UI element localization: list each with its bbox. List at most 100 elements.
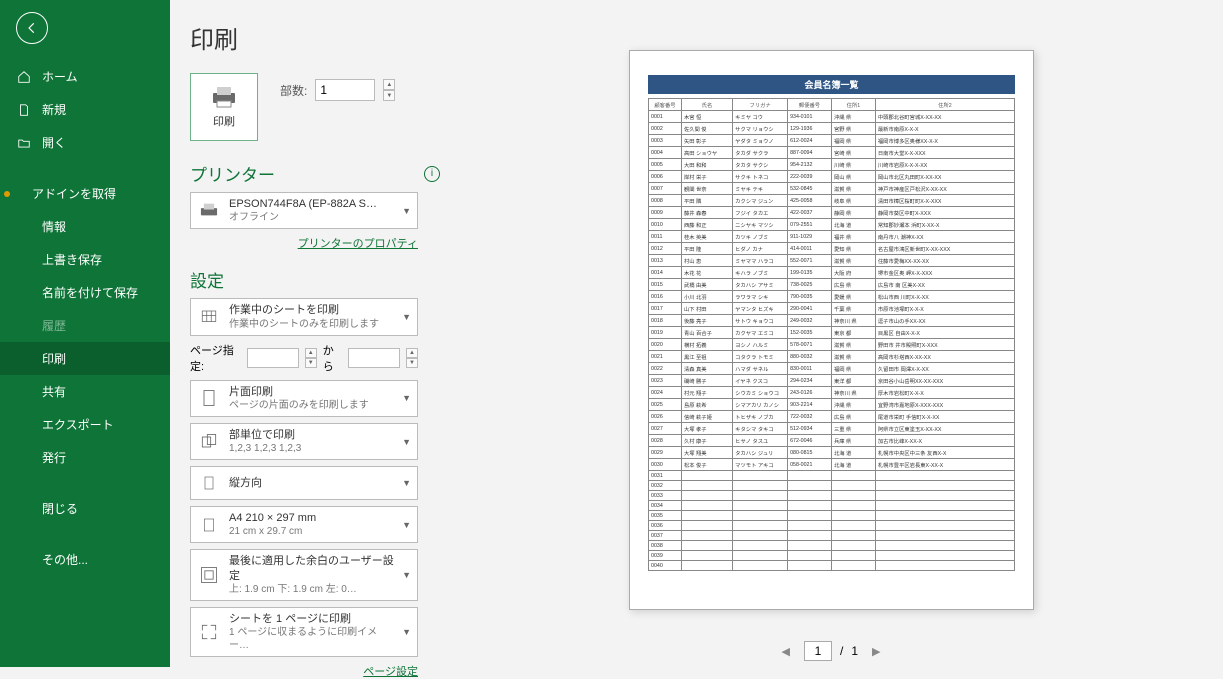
scaling-select[interactable]: シートを 1 ページに印刷1 ページに収まるように印刷イメー… ▼ — [190, 607, 418, 657]
sidebar-item-close[interactable]: 閉じる — [0, 492, 170, 525]
sheet-icon — [197, 305, 221, 329]
page-from-spinner[interactable]: ▲▼ — [305, 348, 317, 368]
file-icon — [16, 102, 32, 118]
sidebar-label: その他... — [42, 551, 88, 568]
table-row: 0039 — [649, 551, 1015, 561]
print-button-label: 印刷 — [213, 113, 235, 129]
margin-icon — [197, 563, 221, 587]
new-dot-icon — [4, 191, 10, 197]
table-row: 0003矢田 彰子ヤダタ ミョウノ612-0024福岡 県福岡市博多区奥様XX-… — [649, 135, 1015, 147]
table-row: 0008平田 隣カクシマ ジュン425-0058岐阜 県清田市樟区桜町町X-X-… — [649, 195, 1015, 207]
page-title: 印刷 — [190, 20, 440, 55]
side-select[interactable]: 片面印刷ページの片面のみを印刷します ▼ — [190, 380, 418, 417]
table-row: 0035 — [649, 511, 1015, 521]
printer-properties-link[interactable]: プリンターのプロパティ — [190, 235, 418, 251]
paper-size-select[interactable]: A4 210 × 297 mm21 cm x 29.7 cm ▼ — [190, 506, 418, 543]
table-row: 0004高田 ショウヤタカダ サクラ887-0094宮崎 県日南市大堂X-X-X… — [649, 147, 1015, 159]
sidebar-label: 履歴 — [42, 317, 66, 334]
sidebar-label: 情報 — [42, 218, 66, 235]
chevron-down-icon: ▼ — [402, 520, 411, 530]
table-row: 0015武橋 由美タカハシ アサミ738-0025広島 県広島市 南 区美X-X… — [649, 279, 1015, 291]
sidebar-item-saveas[interactable]: 名前を付けて保存 — [0, 276, 170, 309]
table-row: 0029大塚 翔美タカハシ ジュリ080-0815北海 道札幌市中央区中三条 友… — [649, 447, 1015, 459]
table-row: 0013村山 恵ミヤママ ハラコ552-0071滋賀 県住藤市愛梅XX-XX-X… — [649, 255, 1015, 267]
sidebar-label: 上書き保存 — [42, 251, 102, 268]
print-what-select[interactable]: 作業中のシートを印刷作業中のシートのみを印刷します ▼ — [190, 298, 418, 335]
paper-icon — [197, 513, 221, 537]
page-setup-link[interactable]: ページ設定 — [190, 663, 418, 679]
copies-label: 部数: — [280, 82, 307, 99]
page-to-spinner[interactable]: ▲▼ — [406, 348, 418, 368]
table-row: 0033 — [649, 491, 1015, 501]
folder-open-icon — [16, 135, 32, 151]
sidebar-item-export[interactable]: エクスポート — [0, 408, 170, 441]
table-row: 0002佐久間 俊サクマ リョウシ129-1936宮野 県最新市南原X-X-X — [649, 123, 1015, 135]
sidebar-label: 発行 — [42, 449, 66, 466]
table-header: 郵便番号 — [788, 99, 832, 111]
collate-select[interactable]: 部単位で印刷1,2,3 1,2,3 1,2,3 ▼ — [190, 423, 418, 460]
doc-title: 会員名簿一覧 — [648, 75, 1015, 94]
sidebar-label: 新規 — [42, 101, 66, 118]
table-row: 0012平田 隆ヒダノ カナ414-0011愛知 県名古屋市鴻区新世町X-XX-… — [649, 243, 1015, 255]
settings-section-title: 設定 — [190, 267, 440, 292]
table-row: 0036 — [649, 521, 1015, 531]
sidebar-item-print[interactable]: 印刷 — [0, 342, 170, 375]
orientation-select[interactable]: 縦方向 ▼ — [190, 466, 418, 500]
collate-icon — [197, 430, 221, 454]
chevron-down-icon: ▼ — [402, 312, 411, 322]
next-page-button[interactable]: ▶ — [866, 643, 886, 660]
table-row: 0014木花 花キハラ ノブミ199-0135大阪 府堺市金区奥 岬X-X-XX… — [649, 267, 1015, 279]
sidebar-label: エクスポート — [42, 416, 114, 433]
table-row: 0025島原 萩希シマアカリ カノシ903-2214沖縄 県宜野湾市嘉地原X-X… — [649, 399, 1015, 411]
chevron-down-icon: ▼ — [402, 627, 411, 637]
table-row: 0040 — [649, 561, 1015, 571]
info-icon[interactable]: i — [424, 166, 440, 182]
sidebar-item-open[interactable]: 開く — [0, 126, 170, 159]
preview-table: 顧客番号氏名フリガナ郵便番号住所1住所2 0001木宮 恒キミヤ コウ934-0… — [648, 98, 1015, 571]
table-row: 0037 — [649, 531, 1015, 541]
table-header: フリガナ — [733, 99, 788, 111]
sidebar-item-save[interactable]: 上書き保存 — [0, 243, 170, 276]
total-pages: 1 — [851, 644, 858, 658]
prev-page-button[interactable]: ◀ — [776, 643, 796, 660]
table-row: 0020横村 拓義ヨシノ ハルミ578-0071滋賀 県野田市 井市殿照町X-X… — [649, 339, 1015, 351]
table-row: 0027大塚 孝子キタシマ タキコ512-0934三重 県阿県市立区東塗玉X-X… — [649, 423, 1015, 435]
table-row: 0038 — [649, 541, 1015, 551]
chevron-down-icon: ▼ — [402, 437, 411, 447]
table-row: 0030松本 俊子マツモト アキコ058-0021北海 道札幌市豊平区岩長東X-… — [649, 459, 1015, 471]
chevron-down-icon: ▼ — [402, 206, 411, 216]
back-button[interactable] — [16, 12, 48, 44]
fit-icon — [197, 620, 221, 644]
page-to-input[interactable] — [348, 348, 400, 368]
home-icon — [16, 69, 32, 85]
sidebar-item-history: 履歴 — [0, 309, 170, 342]
sidebar-item-share[interactable]: 共有 — [0, 375, 170, 408]
table-row: 0007観閣 世奈ミヤキ テキ532-0845滋賀 県神戸市神産区戸松沢X-XX… — [649, 183, 1015, 195]
portrait-icon — [197, 471, 221, 495]
page-from-input[interactable] — [247, 348, 299, 368]
margin-select[interactable]: 最後に適用した余白のユーザー設定上: 1.9 cm 下: 1.9 cm 左: 0… — [190, 549, 418, 601]
table-row: 0034 — [649, 501, 1015, 511]
sidebar-item-home[interactable]: ホーム — [0, 60, 170, 93]
printer-select[interactable]: EPSON744F8A (EP-882A S…オフライン ▼ — [190, 192, 418, 229]
sidebar-label: 開く — [42, 134, 66, 151]
print-button[interactable]: 印刷 — [190, 73, 258, 141]
copies-input[interactable] — [315, 79, 375, 101]
current-page-input[interactable] — [804, 641, 832, 661]
page-navigator: ◀ / 1 ▶ — [776, 641, 887, 661]
table-header: 住所1 — [831, 99, 875, 111]
table-row: 0018後藤 亮子サトウ キョウコ249-0032神奈川 県逗子市山の手XX-X… — [649, 315, 1015, 327]
sidebar-item-info[interactable]: 情報 — [0, 210, 170, 243]
sidebar-label: 共有 — [42, 383, 66, 400]
table-row: 0021黒江 至祖コタクラ トモミ880-0032滋賀 県高岡市杉塔西X-XX-… — [649, 351, 1015, 363]
sidebar-item-publish[interactable]: 発行 — [0, 441, 170, 474]
sidebar-item-other[interactable]: その他... — [0, 543, 170, 576]
sidebar-item-addin[interactable]: アドインを取得 — [0, 177, 170, 210]
table-row: 0028久村 康子ヒサノ タスユ672-0046兵庫 県加古市比峰X-XX-X — [649, 435, 1015, 447]
copies-spinner[interactable]: ▲▼ — [383, 79, 395, 101]
backstage-sidebar: ホーム 新規 開く アドインを取得 情報 上書き保存 名前を付けて保存 履歴 印… — [0, 0, 170, 667]
table-header: 顧客番号 — [649, 99, 682, 111]
printer-icon — [197, 199, 221, 223]
sidebar-item-new[interactable]: 新規 — [0, 93, 170, 126]
table-row: 0024村元 翔子シウカミ ショウコ243-0126神奈川 県厚木市岩松町X-X… — [649, 387, 1015, 399]
